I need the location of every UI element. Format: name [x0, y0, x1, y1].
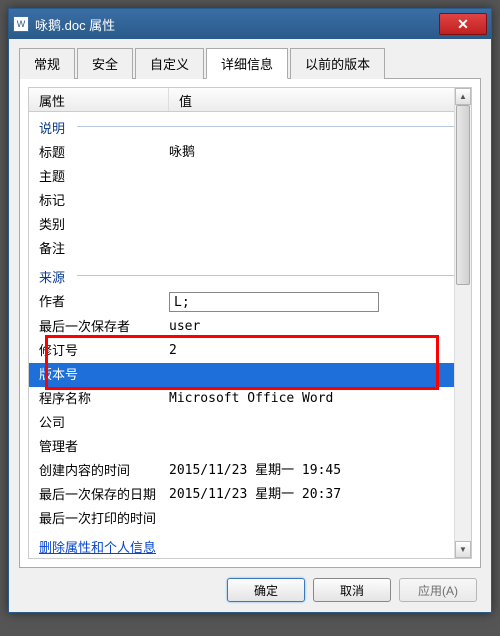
property-label: 备注 [39, 239, 169, 259]
origin-row[interactable]: 修订号2 [29, 339, 471, 363]
properties-dialog: W 咏鹅.doc 属性 ✕ 常规安全自定义详细信息以前的版本 属性 值 说明 标… [8, 8, 492, 613]
origin-row[interactable]: 版本号 [29, 363, 471, 387]
desc-row[interactable]: 标记 [29, 189, 471, 213]
property-value[interactable]: 2015/11/23 星期一 20:37 [169, 485, 461, 505]
property-label: 管理者 [39, 437, 169, 457]
property-value[interactable]: 咏鹅 [169, 143, 461, 163]
tab-0[interactable]: 常规 [19, 48, 75, 79]
property-label: 主题 [39, 167, 169, 187]
tab-3[interactable]: 详细信息 [206, 48, 288, 79]
property-value[interactable] [169, 509, 461, 529]
origin-row[interactable]: 公司 [29, 411, 471, 435]
scroll-down-icon[interactable]: ▼ [455, 541, 471, 558]
word-doc-icon: W [13, 16, 29, 32]
property-label: 最后一次保存的日期 [39, 485, 169, 505]
titlebar[interactable]: W 咏鹅.doc 属性 ✕ [9, 9, 491, 39]
property-value[interactable] [169, 413, 461, 433]
origin-row[interactable]: 作者 [29, 290, 471, 315]
property-value [169, 292, 461, 313]
property-value[interactable] [169, 191, 461, 211]
button-row: 确定 取消 应用(A) [19, 568, 481, 602]
col-value[interactable]: 值 [169, 88, 471, 111]
desc-row[interactable]: 主题 [29, 165, 471, 189]
property-value[interactable] [169, 365, 461, 385]
desc-row[interactable]: 备注 [29, 237, 471, 261]
origin-row[interactable]: 创建内容的时间2015/11/23 星期一 19:45 [29, 459, 471, 483]
property-value[interactable]: 2 [169, 341, 461, 361]
property-label: 标记 [39, 191, 169, 211]
property-list: 属性 值 说明 标题咏鹅主题标记类别备注 来源 作者最后一次保存者user修订号… [28, 87, 472, 559]
tab-1[interactable]: 安全 [77, 48, 133, 79]
property-label: 公司 [39, 413, 169, 433]
property-value[interactable] [169, 239, 461, 259]
origin-row[interactable]: 最后一次保存的日期2015/11/23 星期一 20:37 [29, 483, 471, 507]
property-label: 作者 [39, 292, 169, 313]
tab-strip: 常规安全自定义详细信息以前的版本 [19, 47, 481, 79]
property-label: 最后一次打印的时间 [39, 509, 169, 529]
tab-4[interactable]: 以前的版本 [290, 48, 385, 79]
scroll-thumb[interactable] [456, 105, 470, 285]
section-origin: 来源 [29, 261, 471, 290]
property-label: 最后一次保存者 [39, 317, 169, 337]
close-button[interactable]: ✕ [439, 13, 487, 35]
tab-2[interactable]: 自定义 [135, 48, 204, 79]
window-title: 咏鹅.doc 属性 [35, 15, 439, 34]
col-property[interactable]: 属性 [29, 88, 169, 111]
origin-row[interactable]: 最后一次打印的时间 [29, 507, 471, 531]
property-label: 程序名称 [39, 389, 169, 409]
origin-row[interactable]: 程序名称Microsoft Office Word [29, 387, 471, 411]
property-label: 版本号 [39, 365, 169, 385]
property-label: 标题 [39, 143, 169, 163]
property-label: 修订号 [39, 341, 169, 361]
desc-row[interactable]: 类别 [29, 213, 471, 237]
section-description: 说明 [29, 112, 471, 141]
column-headers: 属性 值 [29, 88, 471, 112]
dialog-body: 常规安全自定义详细信息以前的版本 属性 值 说明 标题咏鹅主题标记类别备注 来源… [9, 39, 491, 612]
property-label: 创建内容的时间 [39, 461, 169, 481]
property-value[interactable]: Microsoft Office Word [169, 389, 461, 409]
property-value[interactable] [169, 215, 461, 235]
value-edit-input[interactable] [169, 292, 379, 312]
property-value[interactable]: 2015/11/23 星期一 19:45 [169, 461, 461, 481]
desc-row[interactable]: 标题咏鹅 [29, 141, 471, 165]
scroll-up-icon[interactable]: ▲ [455, 88, 471, 105]
remove-properties-link[interactable]: 删除属性和个人信息 [29, 531, 166, 559]
cancel-button[interactable]: 取消 [313, 578, 391, 602]
property-value[interactable]: user [169, 317, 461, 337]
property-value[interactable] [169, 167, 461, 187]
details-panel: 属性 值 说明 标题咏鹅主题标记类别备注 来源 作者最后一次保存者user修订号… [19, 79, 481, 568]
property-label: 类别 [39, 215, 169, 235]
apply-button[interactable]: 应用(A) [399, 578, 477, 602]
origin-row[interactable]: 管理者 [29, 435, 471, 459]
scroll-area[interactable]: 说明 标题咏鹅主题标记类别备注 来源 作者最后一次保存者user修订号2版本号程… [29, 112, 471, 558]
property-value[interactable] [169, 437, 461, 457]
origin-row[interactable]: 最后一次保存者user [29, 315, 471, 339]
vertical-scrollbar[interactable]: ▲ ▼ [454, 88, 471, 558]
ok-button[interactable]: 确定 [227, 578, 305, 602]
